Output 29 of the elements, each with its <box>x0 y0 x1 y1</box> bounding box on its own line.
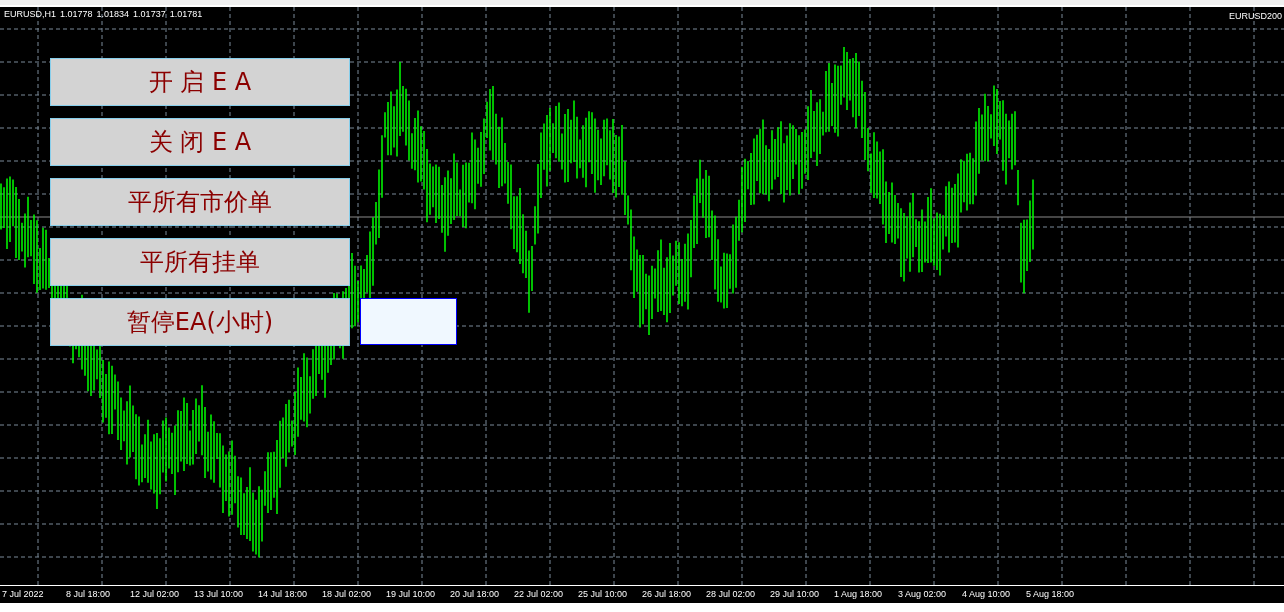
indicator-label: EURUSD200 <box>1228 11 1282 21</box>
time-axis-label: 22 Jul 02:00 <box>514 588 565 601</box>
time-axis-label: 8 Jul 18:00 <box>66 588 112 601</box>
time-axis-label: 3 Aug 02:00 <box>898 588 948 601</box>
time-axis-label: 12 Jul 02:00 <box>130 588 181 601</box>
symbol-label: EURUSD,H1 <box>4 9 56 19</box>
time-axis-label: 28 Jul 02:00 <box>706 588 757 601</box>
time-axis-label: 29 Jul 10:00 <box>770 588 821 601</box>
price-value: 1.01834 <box>96 9 130 19</box>
time-axis-label: 14 Jul 18:00 <box>258 588 309 601</box>
time-axis-label: 25 Jul 10:00 <box>578 588 629 601</box>
time-axis-label: 4 Aug 10:00 <box>962 588 1012 601</box>
price-value: 1.01737 <box>133 9 166 19</box>
price-value: 1.01781 <box>169 9 203 19</box>
price-value: 1.01778 <box>60 9 93 19</box>
ea-control-button[interactable]: 关 闭 E A <box>50 118 350 166</box>
hours-input-field[interactable] <box>360 298 457 345</box>
time-axis-label: 13 Jul 10:00 <box>194 588 245 601</box>
ea-control-button[interactable]: 开 启 E A <box>50 58 350 106</box>
time-axis-label: 18 Jul 02:00 <box>322 588 373 601</box>
time-axis-label: 26 Jul 18:00 <box>642 588 693 601</box>
ea-control-button[interactable]: 暂停EA(小时) <box>50 298 350 346</box>
time-axis-label: 1 Aug 18:00 <box>834 588 884 601</box>
ea-control-button[interactable]: 平所有挂单 <box>50 238 350 286</box>
time-axis-label: 20 Jul 18:00 <box>450 588 501 601</box>
ea-control-button[interactable]: 平所有市价单 <box>50 178 350 226</box>
time-axis-label: 19 Jul 10:00 <box>386 588 437 601</box>
time-axis-label: 7 Jul 2022 <box>2 588 45 601</box>
time-axis-label: 5 Aug 18:00 <box>1026 588 1076 601</box>
